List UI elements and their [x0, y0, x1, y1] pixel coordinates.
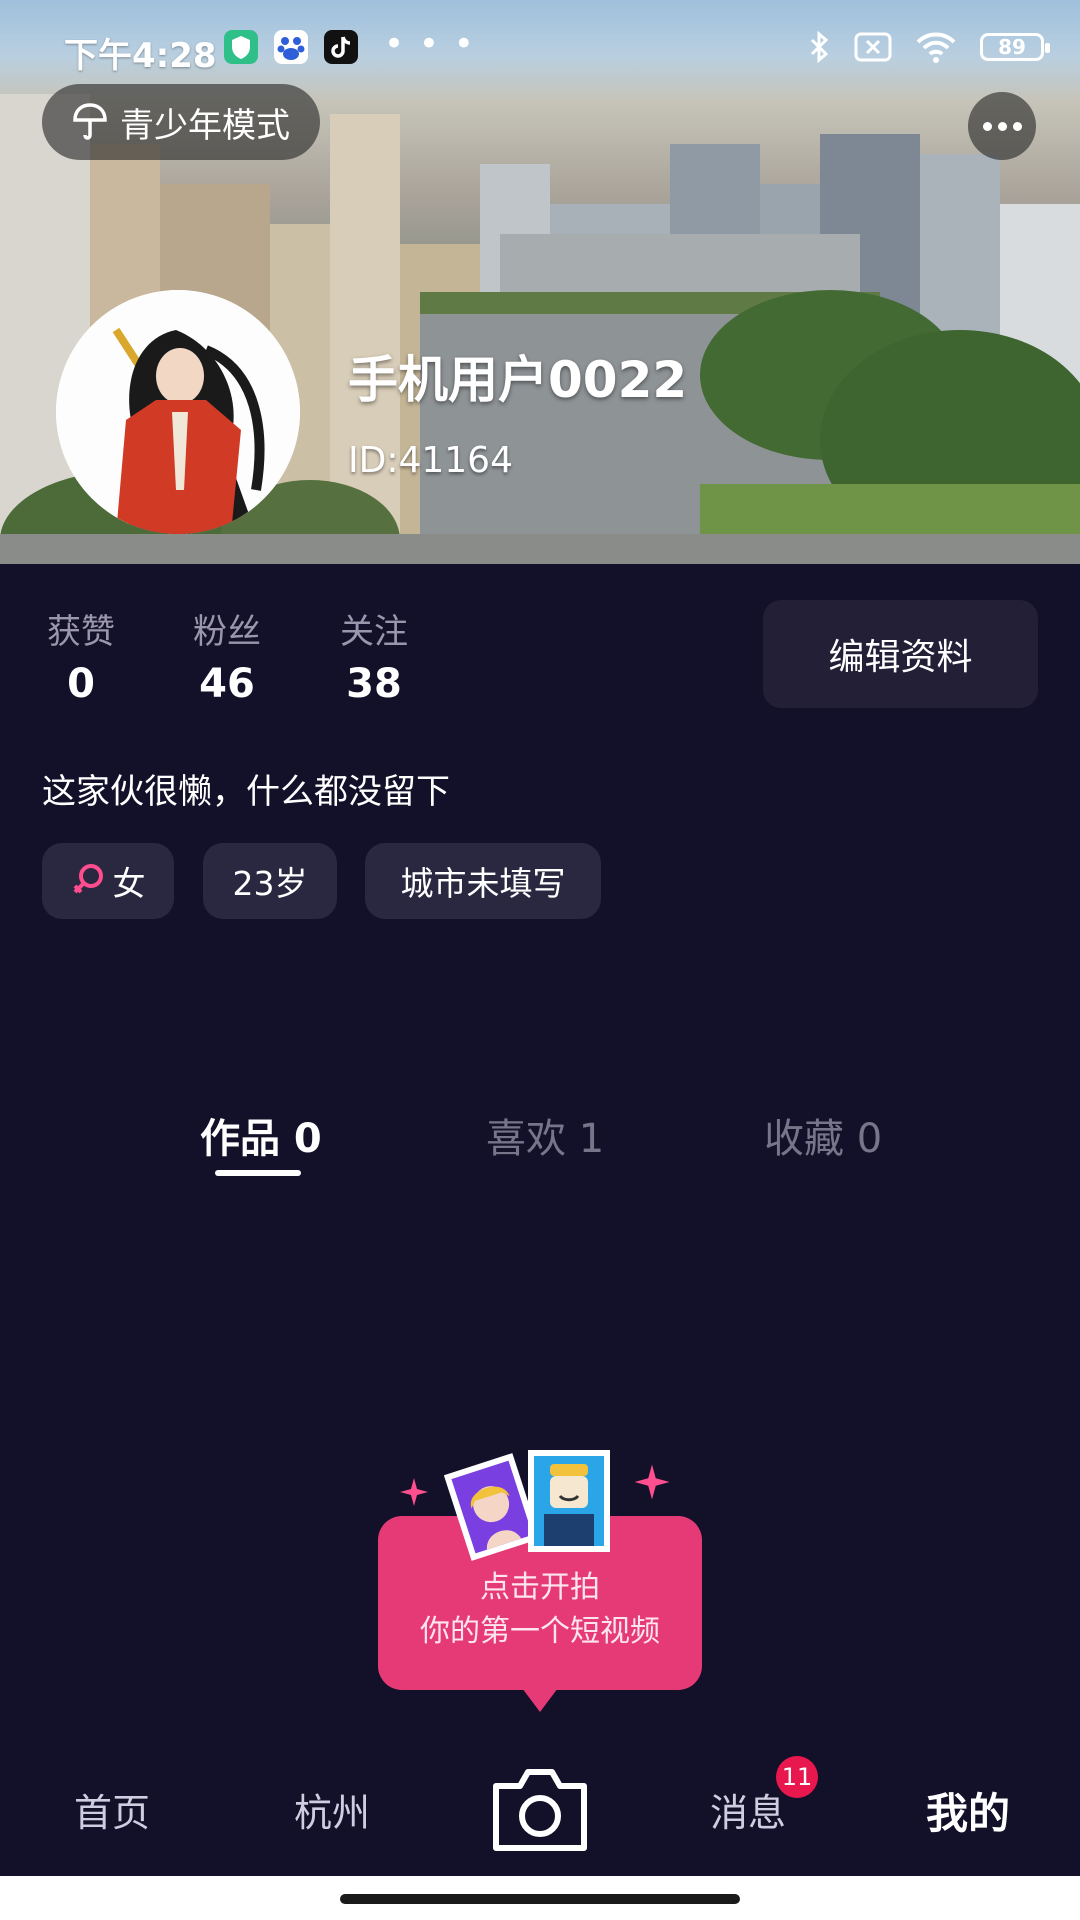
youth-mode-button[interactable]: 青少年模式	[42, 84, 320, 160]
promo-line-1: 点击开拍	[480, 1570, 600, 1605]
more-options-button[interactable]	[968, 92, 1036, 160]
messages-badge: 11	[776, 1756, 818, 1798]
username: 手机用户0022	[348, 351, 688, 409]
sparkle-icon	[634, 1464, 670, 1500]
battery-icon: 89	[980, 33, 1050, 61]
gender-tag[interactable]: 女	[42, 843, 174, 919]
promo-line-2: 你的第一个短视频	[420, 1614, 660, 1649]
status-time: 下午4:28	[64, 36, 217, 76]
more-notifications-icon: • • •	[384, 24, 476, 64]
tab-favorites[interactable]: 收藏 0	[764, 1106, 882, 1164]
city-label: 城市未填写	[400, 864, 566, 903]
camera-icon	[493, 1769, 587, 1851]
avatar-illustration	[56, 290, 300, 534]
age-label: 23岁	[232, 864, 308, 903]
wifi-icon	[916, 32, 956, 63]
stat-followers[interactable]: 粉丝 46	[182, 604, 272, 707]
edit-profile-button[interactable]: 编辑资料	[763, 600, 1038, 708]
age-tag[interactable]: 23岁	[203, 843, 337, 919]
stat-label: 粉丝	[193, 612, 261, 652]
stat-value: 38	[346, 661, 402, 707]
user-bio: 这家伙很懒，什么都没留下	[42, 772, 450, 812]
more-dot-icon	[982, 121, 992, 131]
more-dot-icon	[1012, 121, 1022, 131]
nav-me[interactable]: 我的	[926, 1780, 1010, 1841]
baidu-app-icon	[274, 30, 308, 64]
youth-mode-label: 青少年模式	[120, 105, 290, 146]
stat-label: 关注	[340, 612, 408, 652]
home-indicator[interactable]	[340, 1894, 740, 1904]
sim-disabled-icon	[854, 32, 892, 62]
boy-card-icon	[528, 1450, 610, 1552]
stat-label: 获赞	[47, 612, 115, 652]
stat-likes[interactable]: 获赞 0	[36, 604, 126, 707]
umbrella-icon	[73, 103, 107, 140]
camera-button[interactable]	[488, 1760, 592, 1856]
nav-messages[interactable]: 消息	[710, 1782, 786, 1837]
nav-city[interactable]: 杭州	[294, 1782, 370, 1837]
user-id: ID:41164	[348, 440, 513, 481]
sparkle-icon	[400, 1478, 428, 1506]
tab-works[interactable]: 作品 0	[200, 1106, 322, 1164]
stat-following[interactable]: 关注 38	[329, 604, 419, 707]
female-icon	[73, 864, 103, 894]
city-tag[interactable]: 城市未填写	[365, 843, 601, 919]
tab-likes[interactable]: 喜欢 1	[486, 1106, 604, 1164]
active-tab-indicator	[215, 1170, 301, 1176]
more-dot-icon	[997, 121, 1007, 131]
stat-value: 46	[199, 661, 255, 707]
status-indicators: 89	[806, 30, 1050, 64]
stat-value: 0	[67, 661, 95, 707]
nav-home[interactable]: 首页	[74, 1782, 150, 1837]
tiktok-app-icon	[324, 30, 358, 64]
user-avatar[interactable]	[56, 290, 300, 534]
shield-app-icon	[224, 30, 258, 64]
bluetooth-icon	[810, 30, 829, 64]
gender-label: 女	[112, 864, 146, 903]
